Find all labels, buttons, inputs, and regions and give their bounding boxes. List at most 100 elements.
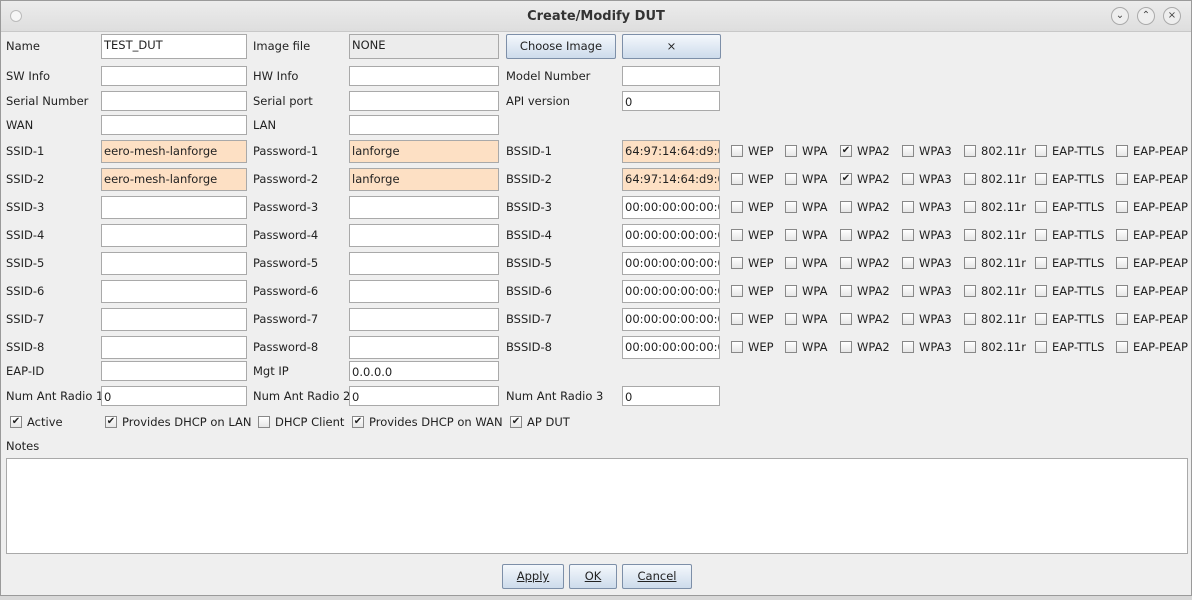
ssid-3-eap-ttls-checkbox[interactable]: EAP-TTLS bbox=[1035, 200, 1104, 214]
wan-field[interactable] bbox=[101, 115, 247, 135]
close-button[interactable]: × bbox=[1163, 7, 1181, 25]
ssid-8-field[interactable] bbox=[101, 335, 247, 359]
num-ant-radio-2-field[interactable]: 0 bbox=[349, 386, 499, 406]
ssid-5-wpa-checkbox[interactable]: WPA bbox=[785, 256, 827, 270]
lan-field[interactable] bbox=[349, 115, 499, 135]
choose-image-button[interactable]: Choose Image bbox=[506, 34, 616, 59]
ssid-6-wpa2-checkbox[interactable]: WPA2 bbox=[840, 284, 890, 298]
ssid-7-eap-ttls-checkbox[interactable]: EAP-TTLS bbox=[1035, 312, 1104, 326]
ssid-4-wep-checkbox[interactable]: WEP bbox=[731, 228, 774, 242]
sw_info-field[interactable] bbox=[101, 66, 247, 86]
password-3-field[interactable] bbox=[349, 195, 499, 219]
ssid-4-eap-ttls-checkbox[interactable]: EAP-TTLS bbox=[1035, 228, 1104, 242]
provides-dhcp-on-wan-checkbox[interactable]: ✔ Provides DHCP on WAN bbox=[352, 415, 503, 429]
password-2-field[interactable]: lanforge bbox=[349, 167, 499, 191]
ssid-1-80211r-checkbox[interactable]: 802.11r bbox=[964, 144, 1026, 158]
ssid-4-wpa-checkbox[interactable]: WPA bbox=[785, 228, 827, 242]
ssid-4-wpa3-checkbox[interactable]: WPA3 bbox=[902, 228, 952, 242]
ssid-7-wpa2-checkbox[interactable]: WPA2 bbox=[840, 312, 890, 326]
num-ant-radio-1-field[interactable]: 0 bbox=[101, 386, 247, 406]
hw_info-field[interactable] bbox=[349, 66, 499, 86]
ssid-1-eap-peap-checkbox[interactable]: EAP-PEAP bbox=[1116, 144, 1188, 158]
maximize-button[interactable]: ⌃ bbox=[1137, 7, 1155, 25]
ssid-7-wep-checkbox[interactable]: WEP bbox=[731, 312, 774, 326]
ssid-8-wpa2-checkbox[interactable]: WPA2 bbox=[840, 340, 890, 354]
ssid-6-wpa-checkbox[interactable]: WPA bbox=[785, 284, 827, 298]
ssid-2-wpa-checkbox[interactable]: WPA bbox=[785, 172, 827, 186]
ssid-7-field[interactable] bbox=[101, 307, 247, 331]
ssid-6-eap-peap-checkbox[interactable]: EAP-PEAP bbox=[1116, 284, 1188, 298]
ssid-3-wpa-checkbox[interactable]: WPA bbox=[785, 200, 827, 214]
ssid-2-wep-checkbox[interactable]: WEP bbox=[731, 172, 774, 186]
notes-textarea[interactable] bbox=[6, 458, 1188, 554]
password-5-field[interactable] bbox=[349, 251, 499, 275]
ssid-3-field[interactable] bbox=[101, 195, 247, 219]
dhcp-client-checkbox[interactable]: DHCP Client bbox=[258, 415, 344, 429]
password-4-field[interactable] bbox=[349, 223, 499, 247]
ssid-2-wpa2-checkbox[interactable]: ✔ WPA2 bbox=[840, 172, 890, 186]
ssid-5-wep-checkbox[interactable]: WEP bbox=[731, 256, 774, 270]
ssid-5-80211r-checkbox[interactable]: 802.11r bbox=[964, 256, 1026, 270]
ssid-3-wpa2-checkbox[interactable]: WPA2 bbox=[840, 200, 890, 214]
ssid-2-wpa3-checkbox[interactable]: WPA3 bbox=[902, 172, 952, 186]
bssid-7-field[interactable]: 00:00:00:00:00:00 bbox=[622, 307, 720, 331]
ssid-8-wpa3-checkbox[interactable]: WPA3 bbox=[902, 340, 952, 354]
ssid-6-80211r-checkbox[interactable]: 802.11r bbox=[964, 284, 1026, 298]
active-checkbox[interactable]: ✔ Active bbox=[10, 415, 63, 429]
ssid-6-wep-checkbox[interactable]: WEP bbox=[731, 284, 774, 298]
ssid-8-80211r-checkbox[interactable]: 802.11r bbox=[964, 340, 1026, 354]
ssid-1-wep-checkbox[interactable]: WEP bbox=[731, 144, 774, 158]
bssid-4-field[interactable]: 00:00:00:00:00:00 bbox=[622, 223, 720, 247]
ssid-8-eap-peap-checkbox[interactable]: EAP-PEAP bbox=[1116, 340, 1188, 354]
ssid-5-wpa3-checkbox[interactable]: WPA3 bbox=[902, 256, 952, 270]
ssid-6-eap-ttls-checkbox[interactable]: EAP-TTLS bbox=[1035, 284, 1104, 298]
password-1-field[interactable]: lanforge bbox=[349, 139, 499, 163]
ssid-2-eap-peap-checkbox[interactable]: EAP-PEAP bbox=[1116, 172, 1188, 186]
clear-image-button[interactable]: × bbox=[622, 34, 721, 59]
ok-button[interactable]: OK bbox=[569, 564, 617, 589]
ssid-4-80211r-checkbox[interactable]: 802.11r bbox=[964, 228, 1026, 242]
ssid-3-80211r-checkbox[interactable]: 802.11r bbox=[964, 200, 1026, 214]
model_number-field[interactable] bbox=[622, 66, 720, 86]
ssid-3-wep-checkbox[interactable]: WEP bbox=[731, 200, 774, 214]
api_version-field[interactable]: 0 bbox=[622, 91, 720, 111]
serial_number-field[interactable] bbox=[101, 91, 247, 111]
ssid-6-wpa3-checkbox[interactable]: WPA3 bbox=[902, 284, 952, 298]
ssid-2-80211r-checkbox[interactable]: 802.11r bbox=[964, 172, 1026, 186]
ssid-5-eap-peap-checkbox[interactable]: EAP-PEAP bbox=[1116, 256, 1188, 270]
ssid-8-eap-ttls-checkbox[interactable]: EAP-TTLS bbox=[1035, 340, 1104, 354]
password-6-field[interactable] bbox=[349, 279, 499, 303]
ssid-5-wpa2-checkbox[interactable]: WPA2 bbox=[840, 256, 890, 270]
apply-button[interactable]: Apply bbox=[502, 564, 564, 589]
ssid-3-eap-peap-checkbox[interactable]: EAP-PEAP bbox=[1116, 200, 1188, 214]
bssid-8-field[interactable]: 00:00:00:00:00:00 bbox=[622, 335, 720, 359]
minimize-button[interactable]: ⌄ bbox=[1111, 7, 1129, 25]
bssid-2-field[interactable]: 64:97:14:64:d9:07 bbox=[622, 167, 720, 191]
bssid-1-field[interactable]: 64:97:14:64:d9:06 bbox=[622, 139, 720, 163]
ssid-3-wpa3-checkbox[interactable]: WPA3 bbox=[902, 200, 952, 214]
ssid-4-eap-peap-checkbox[interactable]: EAP-PEAP bbox=[1116, 228, 1188, 242]
ssid-7-wpa3-checkbox[interactable]: WPA3 bbox=[902, 312, 952, 326]
ssid-7-80211r-checkbox[interactable]: 802.11r bbox=[964, 312, 1026, 326]
bssid-5-field[interactable]: 00:00:00:00:00:00 bbox=[622, 251, 720, 275]
image-file-field[interactable]: NONE bbox=[349, 33, 499, 59]
eap-id-field[interactable] bbox=[101, 361, 247, 381]
mgt-ip-field[interactable]: 0.0.0.0 bbox=[349, 361, 499, 381]
ssid-4-wpa2-checkbox[interactable]: WPA2 bbox=[840, 228, 890, 242]
ssid-4-field[interactable] bbox=[101, 223, 247, 247]
num-ant-radio-3-field[interactable]: 0 bbox=[622, 386, 720, 406]
ssid-1-eap-ttls-checkbox[interactable]: EAP-TTLS bbox=[1035, 144, 1104, 158]
ssid-8-wep-checkbox[interactable]: WEP bbox=[731, 340, 774, 354]
password-7-field[interactable] bbox=[349, 307, 499, 331]
cancel-button[interactable]: Cancel bbox=[622, 564, 692, 589]
bssid-6-field[interactable]: 00:00:00:00:00:00 bbox=[622, 279, 720, 303]
name-field[interactable]: TEST_DUT bbox=[101, 33, 247, 59]
bssid-3-field[interactable]: 00:00:00:00:00:00 bbox=[622, 195, 720, 219]
ssid-1-field[interactable]: eero-mesh-lanforge bbox=[101, 139, 247, 163]
ssid-6-field[interactable] bbox=[101, 279, 247, 303]
ssid-1-wpa3-checkbox[interactable]: WPA3 bbox=[902, 144, 952, 158]
ssid-5-field[interactable] bbox=[101, 251, 247, 275]
ssid-8-wpa-checkbox[interactable]: WPA bbox=[785, 340, 827, 354]
ssid-7-wpa-checkbox[interactable]: WPA bbox=[785, 312, 827, 326]
ssid-1-wpa2-checkbox[interactable]: ✔ WPA2 bbox=[840, 144, 890, 158]
